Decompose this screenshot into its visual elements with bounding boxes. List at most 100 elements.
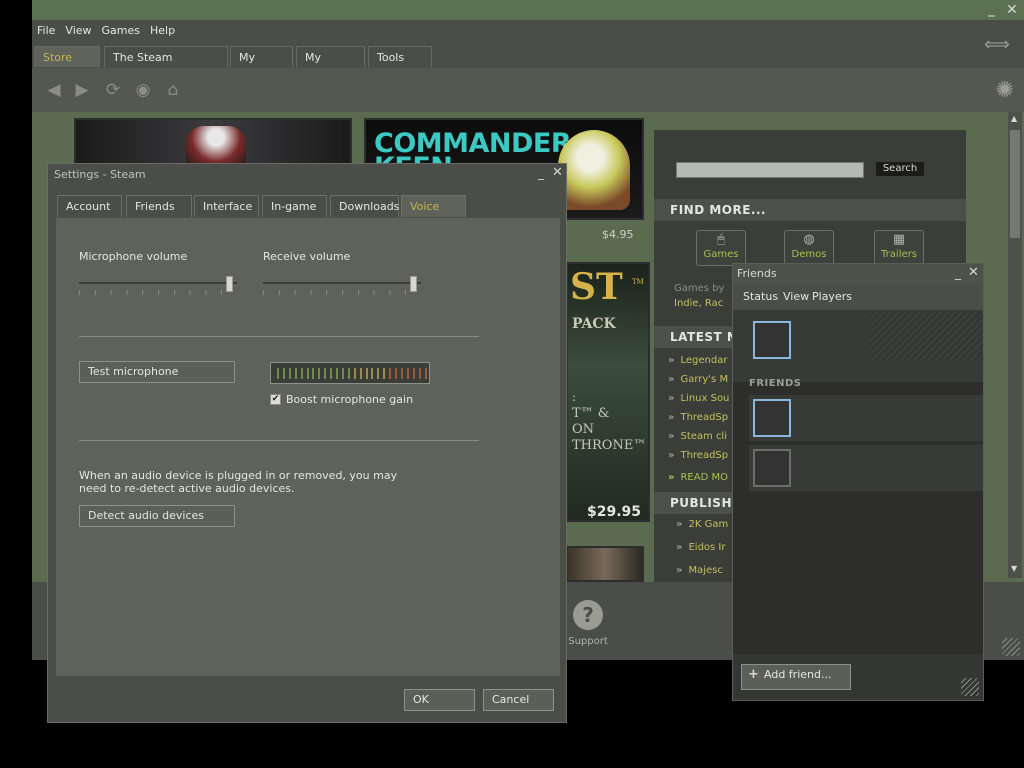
meter-segment [294,368,297,379]
find-trailers-button[interactable]: ▦ Trailers [874,230,924,266]
settings-dialog: Settings - Steam _ ✕ Account Friends Int… [47,163,567,723]
dmc-banner[interactable] [74,118,352,166]
scrollbar-thumb[interactable] [1010,130,1020,238]
meter-segment [277,368,279,379]
tab-tools[interactable]: Tools [368,46,432,67]
tab-community[interactable]: The Steam Community [104,46,228,85]
test-microphone-button[interactable]: Test microphone [79,361,235,383]
minimize-button[interactable]: _ [988,2,995,16]
film-icon: ▦ [892,232,906,247]
back-icon[interactable]: ◀ [44,80,64,100]
publisher-item[interactable]: » Majesc [676,565,723,576]
own-profile-area[interactable] [733,310,983,382]
meter-segment [424,368,427,379]
cancel-button[interactable]: Cancel [483,689,554,711]
store-scrollbar[interactable]: ▲ ▼ [1008,112,1022,578]
store-search-button[interactable]: Search [876,162,924,176]
scroll-up-icon[interactable]: ▲ [1011,114,1017,123]
friends-resize-grip[interactable] [961,678,979,696]
meter-segment [288,368,291,379]
read-more-link[interactable]: » READ MO [668,472,728,483]
add-friend-label: Add friend... [764,668,832,681]
news-item[interactable]: » Garry's M [668,374,728,385]
receive-volume-label: Receive volume [263,250,351,263]
game-poster-banner[interactable]: ST TM PACK : T™ & ON THRONE™ [566,262,650,522]
store-search-input[interactable] [676,162,864,178]
main-titlebar[interactable] [32,0,1024,20]
boost-gain-checkbox[interactable]: ✔ [270,394,281,405]
genres-link[interactable]: Indie, Rac [674,298,723,309]
news-item[interactable]: » Legendar [668,355,727,366]
tab-store[interactable]: Store [34,46,100,67]
main-resize-grip[interactable] [1002,638,1020,656]
tab-friends[interactable]: Friends [126,195,192,217]
tab-downloads[interactable]: Downloads [330,195,399,217]
publisher-item[interactable]: » 2K Gam [676,519,728,530]
scroll-down-icon[interactable]: ▼ [1011,564,1017,573]
find-games-label: Games [703,249,739,260]
find-games-button[interactable]: 🖱 Games [696,230,746,266]
receive-volume-slider[interactable] [263,276,423,296]
find-trailers-label: Trailers [881,249,917,260]
tab-my-media[interactable]: My media [296,46,365,85]
friends-close-button[interactable]: ✕ [968,266,979,280]
menu-view[interactable]: View [783,290,809,303]
settings-close-button[interactable]: ✕ [552,166,563,180]
meter-segment [406,368,409,379]
friend-row[interactable] [749,445,983,491]
mic-volume-thumb[interactable] [226,276,233,292]
friends-minimize-button[interactable]: _ [955,266,961,280]
detect-audio-devices-button[interactable]: Detect audio devices [79,505,235,527]
meter-segment [300,368,303,379]
news-item[interactable]: » ThreadSp [668,450,728,461]
ok-button[interactable]: OK [404,689,475,711]
receive-volume-thumb[interactable] [410,276,417,292]
news-item[interactable]: » Linux Sou [668,393,729,404]
meter-segment [341,368,344,379]
menu-file[interactable]: File [32,22,60,39]
friends-menu-bar: Status View Players [733,284,983,310]
meter-segment [324,368,327,379]
meter-segment [389,368,392,379]
news-item[interactable]: » Steam cli [668,431,727,442]
mouse-icon: 🖱 [717,232,725,247]
menu-players[interactable]: Players [812,290,852,303]
support-button[interactable]: ? Support [568,600,608,647]
find-demos-button[interactable]: ◍ Demos [784,230,834,266]
publisher-item[interactable]: » Eidos Ir [676,542,725,553]
meter-segment [383,368,386,379]
menu-help[interactable]: Help [145,22,180,39]
own-avatar[interactable] [753,321,791,359]
mic-volume-slider[interactable] [79,276,239,296]
divider [79,336,479,337]
poster-tm: TM [632,278,644,286]
friend-avatar [753,399,791,437]
forward-icon[interactable]: ▶ [72,80,92,100]
mic-volume-label: Microphone volume [79,250,188,263]
stop-icon[interactable]: ◉ [133,80,153,100]
settings-minimize-button[interactable]: _ [538,166,544,180]
tab-in-game[interactable]: In-game [262,195,327,217]
profile-background [869,312,983,360]
mic-level-meter [270,362,430,384]
friend-row[interactable] [749,395,983,441]
tab-account[interactable]: Account [57,195,122,217]
menu-view[interactable]: View [60,22,96,39]
soldier-banner[interactable] [566,546,644,582]
meter-segment [365,368,368,379]
tab-voice[interactable]: Voice [401,195,466,217]
tab-my-games[interactable]: My games [230,46,293,85]
menu-status[interactable]: Status [743,290,778,303]
home-icon[interactable]: ⌂ [163,80,183,100]
close-button[interactable]: ✕ [1006,3,1018,17]
meter-segment [306,368,309,379]
tab-interface[interactable]: Interface [194,195,259,217]
refresh-icon[interactable]: ⟳ [103,80,123,100]
menu-games[interactable]: Games [97,22,145,39]
switch-view-icon[interactable]: ⟺ [984,34,1010,55]
meter-segment [282,368,285,379]
news-item[interactable]: » ThreadSp [668,412,728,423]
add-friend-button[interactable]: + Add friend... [741,664,851,690]
friends-title: Friends [737,267,777,280]
meter-segment [359,368,362,379]
